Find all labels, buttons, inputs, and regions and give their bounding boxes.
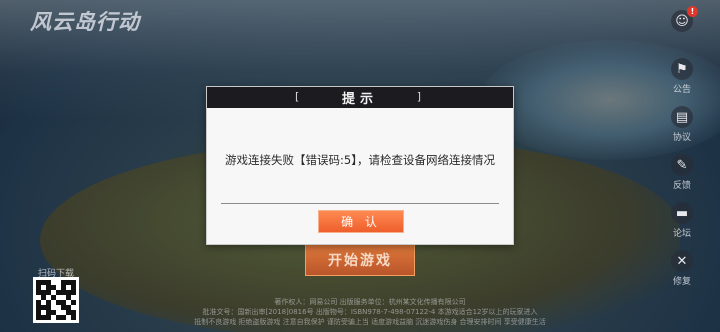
side-item-label: 公告	[672, 85, 691, 95]
side-item-agreement[interactable]: ▤ 协议	[662, 102, 702, 150]
game-logo: 风云岛行动	[30, 9, 140, 34]
notification-badge: !	[687, 6, 698, 17]
flag-icon: ⚑	[671, 58, 693, 80]
dialog-message: 游戏连接失败【错误码:5】，请检查设备网络连接情况	[225, 153, 495, 167]
footer-health-notice: 抵制不良游戏 拒绝盗版游戏 注意自我保护 谨防受骗上当 适度游戏益脑 沉迷游戏伤…	[194, 318, 546, 326]
dialog-title: 提示	[341, 92, 378, 107]
title-bracket-right: ]	[416, 90, 421, 103]
side-menu: ☺ ! ⚑ 公告 ▤ 协议 ✎ 反馈 ▬ 论坛 ✕ 修复	[662, 6, 702, 294]
side-item-label: 论坛	[672, 229, 691, 239]
side-item-forum[interactable]: ▬ 论坛	[662, 198, 702, 246]
side-item-label: 协议	[672, 133, 691, 143]
side-item-feedback[interactable]: ✎ 反馈	[662, 150, 702, 198]
start-game-button[interactable]: 开始游戏	[305, 244, 415, 276]
side-item-label: 反馈	[672, 181, 691, 191]
side-item-friends[interactable]: ☺ !	[662, 6, 702, 54]
side-item-announcement[interactable]: ⚑ 公告	[662, 54, 702, 102]
dialog-divider	[221, 203, 499, 204]
confirm-button[interactable]: 确 认	[318, 210, 404, 233]
footer-license: 批准文号：国新出审[2018]0816号 出版物号：ISBN978-7-498-…	[202, 308, 538, 316]
dialog-header: [ 提示 ]	[207, 87, 513, 108]
document-icon: ▤	[671, 106, 693, 128]
forum-icon: ▬	[671, 202, 693, 224]
wrench-icon: ✕	[671, 250, 693, 272]
side-item-label: 修复	[672, 277, 691, 287]
error-dialog: [ 提示 ] 游戏连接失败【错误码:5】，请检查设备网络连接情况 确 认	[206, 86, 514, 245]
feedback-icon: ✎	[671, 154, 693, 176]
footer-copyright: 著作权人：网易公司 出版服务单位：杭州某文化传播有限公司	[274, 298, 466, 306]
qr-code	[33, 277, 79, 323]
side-item-repair[interactable]: ✕ 修复	[662, 246, 702, 294]
title-bracket-left: [	[295, 90, 300, 103]
